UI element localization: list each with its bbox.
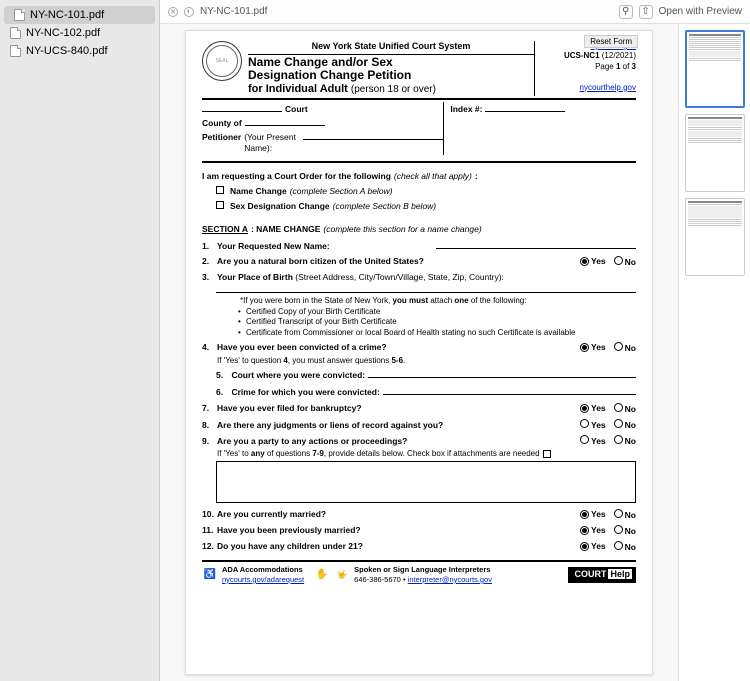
q10-no-radio[interactable] — [614, 509, 623, 518]
caption-block: Court County of Petitioner (Your Present… — [202, 100, 636, 163]
q9-attachments-checkbox[interactable] — [543, 450, 551, 458]
interpreter-link[interactable]: interpreter@nycourts.gov — [408, 575, 492, 584]
sidebar-file-1[interactable]: NY-NC-102.pdf — [0, 24, 159, 42]
interpreter-icon: ✋ — [314, 567, 330, 583]
court-name-field[interactable] — [202, 102, 282, 112]
header-right: nycourts.gov UCS-NC1 (12/2021) Page 1 of… — [534, 41, 636, 96]
sidebar-file-0[interactable]: NY-NC-101.pdf — [4, 6, 155, 24]
q10-yes-radio[interactable] — [580, 510, 589, 519]
tab-filename: NY-NC-101.pdf — [200, 6, 267, 17]
q11-yes-radio[interactable] — [580, 526, 589, 535]
header-title: Name Change and/or Sex Designation Chang… — [248, 55, 534, 96]
q8-yes-radio[interactable] — [580, 419, 589, 428]
header-system: New York State Unified Court System — [248, 41, 534, 55]
pdf-viewer: Reset Form SEAL New York State Unified C… — [160, 24, 750, 681]
pdf-page-1: Reset Form SEAL New York State Unified C… — [185, 30, 653, 675]
main-area: ✕ ◐ NY-NC-101.pdf ⚲ ⇧ Open with Preview … — [160, 0, 750, 681]
q2-yes-radio[interactable] — [580, 257, 589, 266]
sign-language-icon: 🤟 — [334, 567, 350, 583]
q2-no-radio[interactable] — [614, 256, 623, 265]
pdf-icon — [10, 45, 21, 57]
sidebar-file-2[interactable]: NY-UCS-840.pdf — [0, 42, 159, 60]
q12-no-radio[interactable] — [614, 541, 623, 550]
thumbnail-page-3[interactable] — [685, 198, 745, 276]
name-change-checkbox[interactable] — [216, 186, 224, 194]
q4-yes-radio[interactable] — [580, 343, 589, 352]
pdf-icon — [14, 9, 25, 21]
topbar: ✕ ◐ NY-NC-101.pdf ⚲ ⇧ Open with Preview — [160, 0, 750, 24]
index-number-field[interactable] — [485, 102, 565, 112]
share-icon[interactable]: ⇧ — [639, 5, 653, 19]
sex-designation-checkbox[interactable] — [216, 201, 224, 209]
thumbnail-page-2[interactable] — [685, 114, 745, 192]
q5-field[interactable] — [368, 368, 636, 378]
county-field[interactable] — [245, 116, 325, 126]
court-seal-icon: SEAL — [202, 41, 242, 81]
courthelp-badge: COURTHelp — [568, 567, 636, 583]
thumbnail-strip — [678, 24, 750, 681]
tab-indicator-icon[interactable]: ◐ — [184, 7, 194, 17]
pdf-icon — [10, 27, 21, 39]
q11-no-radio[interactable] — [614, 525, 623, 534]
q6-field[interactable] — [383, 385, 636, 395]
search-icon[interactable]: ⚲ — [619, 5, 633, 19]
q7-yes-radio[interactable] — [580, 404, 589, 413]
q9-no-radio[interactable] — [614, 435, 623, 444]
open-with-preview-link[interactable]: Open with Preview — [659, 6, 742, 17]
thumbnail-page-1[interactable] — [685, 30, 745, 108]
petitioner-name-field[interactable] — [303, 130, 443, 140]
q4-no-radio[interactable] — [614, 342, 623, 351]
close-tab-icon[interactable]: ✕ — [168, 7, 178, 17]
new-name-field[interactable] — [436, 239, 636, 249]
nycourthelp-link[interactable]: nycourthelp.gov — [580, 83, 636, 92]
file-sidebar: NY-NC-101.pdf NY-NC-102.pdf NY-UCS-840.p… — [0, 0, 160, 681]
q9-yes-radio[interactable] — [580, 435, 589, 444]
form-header: SEAL New York State Unified Court System… — [202, 41, 636, 100]
birthplace-field[interactable] — [216, 285, 636, 293]
ada-link[interactable]: nycourts.gov/adarequest — [222, 575, 304, 584]
accessibility-icon: ♿ — [202, 567, 218, 583]
q12-yes-radio[interactable] — [580, 542, 589, 551]
q9-details-textarea[interactable] — [216, 461, 636, 503]
q8-no-radio[interactable] — [614, 419, 623, 428]
q7-no-radio[interactable] — [614, 403, 623, 412]
form-footer: ♿ ADA Accommodationsnycourts.gov/adarequ… — [202, 560, 636, 585]
page-scroll[interactable]: Reset Form SEAL New York State Unified C… — [160, 24, 678, 681]
reset-form-button[interactable]: Reset Form — [584, 35, 638, 48]
